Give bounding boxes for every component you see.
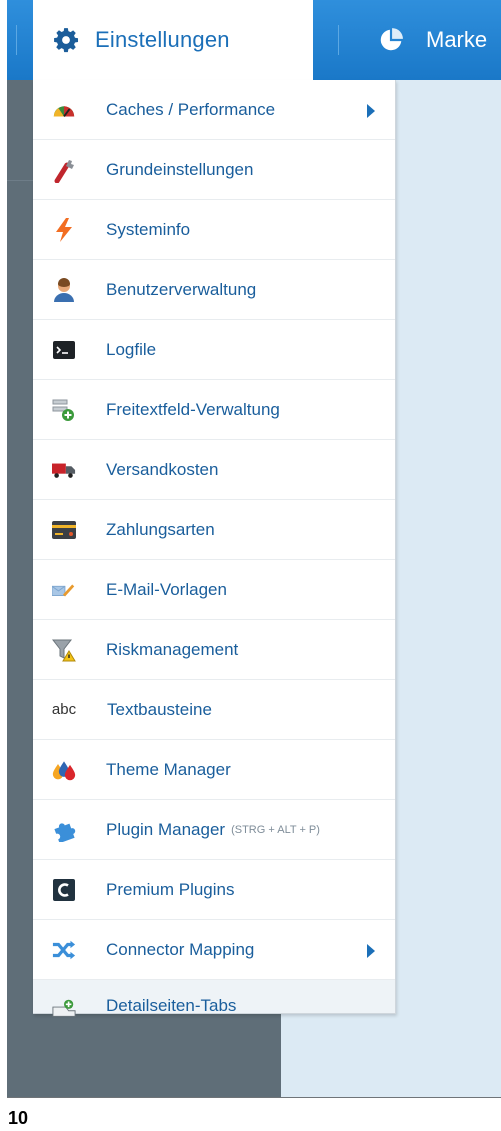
pie-chart-icon bbox=[380, 28, 403, 51]
wrench-icon bbox=[52, 158, 76, 183]
tab-label: Einstellungen bbox=[95, 27, 230, 52]
tab-label: Marke bbox=[426, 27, 488, 52]
credit-card-icon bbox=[52, 518, 76, 542]
menu-item-versandkosten[interactable]: Versandkosten bbox=[33, 440, 395, 500]
lightning-icon bbox=[52, 217, 76, 242]
page-number: 10 bbox=[8, 1108, 29, 1128]
menu-item-logfile[interactable]: Logfile bbox=[33, 320, 395, 380]
menu-item-plugin-manager[interactable]: Plugin Manager (STRG + ALT + P) bbox=[33, 800, 395, 860]
left-margin bbox=[0, 0, 7, 1131]
divider bbox=[338, 25, 339, 55]
menu-item-theme-manager[interactable]: Theme Manager bbox=[33, 740, 395, 800]
terminal-icon bbox=[52, 338, 76, 362]
menu-item-benutzerverwaltung[interactable]: Benutzerverwaltung bbox=[33, 260, 395, 320]
gear-icon bbox=[54, 28, 79, 53]
menu-item-label: Freitextfeld-Verwaltung bbox=[106, 399, 280, 419]
menu-item-label: Plugin Manager bbox=[106, 819, 226, 839]
speedometer-icon bbox=[52, 98, 76, 122]
menu-item-riskmanagement[interactable]: Riskmanagement bbox=[33, 620, 395, 680]
menu-item-textbausteine[interactable]: abc Textbausteine bbox=[33, 680, 395, 740]
add-tab-icon bbox=[52, 996, 76, 1020]
menu-item-detailseiten-tabs[interactable]: Detailseiten-Tabs bbox=[33, 980, 395, 1017]
abc-text-icon: abc bbox=[51, 701, 77, 718]
menu-item-label: Connector Mapping bbox=[106, 939, 255, 959]
menu-item-connector-mapping[interactable]: Connector Mapping bbox=[33, 920, 395, 980]
menu-item-label: Systeminfo bbox=[106, 219, 191, 239]
chevron-right-icon bbox=[367, 944, 375, 958]
tab-einstellungen[interactable]: Einstellungen bbox=[33, 0, 313, 80]
puzzle-icon bbox=[52, 818, 76, 842]
menu-item-label: Textbausteine bbox=[107, 699, 212, 719]
divider bbox=[16, 25, 17, 55]
shortcut-hint: (STRG + ALT + P) bbox=[231, 823, 320, 836]
settings-dropdown-menu: Caches / Performance Grundeinstellungen … bbox=[33, 80, 396, 1017]
menu-item-label: Caches / Performance bbox=[106, 99, 276, 119]
funnel-warning-icon bbox=[52, 638, 76, 662]
menu-item-label: Zahlungsarten bbox=[106, 519, 215, 539]
shuffle-arrows-icon bbox=[52, 938, 76, 962]
menu-item-label: E-Mail-Vorlagen bbox=[106, 579, 227, 599]
chevron-right-icon bbox=[367, 104, 375, 118]
menu-item-systeminfo[interactable]: Systeminfo bbox=[33, 200, 395, 260]
menu-item-label: Detailseiten-Tabs bbox=[106, 996, 237, 1015]
add-field-icon bbox=[52, 398, 76, 422]
menu-item-zahlungsarten[interactable]: Zahlungsarten bbox=[33, 500, 395, 560]
menu-item-label: Versandkosten bbox=[106, 459, 219, 479]
divider bbox=[7, 1097, 501, 1098]
menu-item-freitextfeld-verwaltung[interactable]: Freitextfeld-Verwaltung bbox=[33, 380, 395, 440]
shopware-logo-icon bbox=[52, 878, 76, 902]
divider bbox=[7, 180, 33, 181]
menu-item-label: Riskmanagement bbox=[106, 639, 239, 659]
menu-item-label: Logfile bbox=[106, 339, 157, 359]
paint-drops-icon bbox=[52, 758, 76, 782]
menu-item-label: Premium Plugins bbox=[106, 879, 235, 899]
mail-pen-icon bbox=[52, 578, 76, 602]
menu-item-label: Theme Manager bbox=[106, 759, 231, 779]
menu-item-grundeinstellungen[interactable]: Grundeinstellungen bbox=[33, 140, 395, 200]
menu-item-label: Grundeinstellungen bbox=[106, 159, 254, 179]
truck-icon bbox=[52, 458, 76, 482]
menu-item-label: Benutzerverwaltung bbox=[106, 279, 257, 299]
tab-marketing[interactable]: Marke bbox=[378, 0, 487, 80]
menu-item-e-mail-vorlagen[interactable]: E-Mail-Vorlagen bbox=[33, 560, 395, 620]
user-icon bbox=[52, 277, 76, 302]
menu-item-premium-plugins[interactable]: Premium Plugins bbox=[33, 860, 395, 920]
menu-item-caches-performance[interactable]: Caches / Performance bbox=[33, 80, 395, 140]
